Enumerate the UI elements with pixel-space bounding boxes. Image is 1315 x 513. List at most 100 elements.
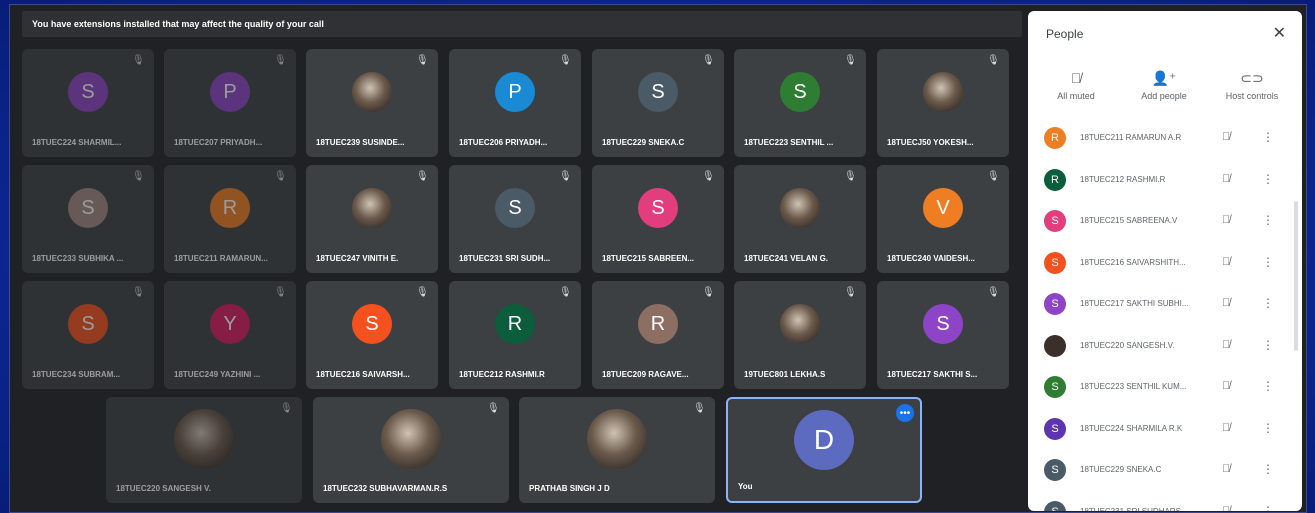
- mic-off-icon[interactable]: 🎙̸: [1222, 131, 1230, 143]
- more-options-icon[interactable]: ⋮: [1262, 296, 1274, 310]
- mic-off-icon[interactable]: 🎙̸: [1222, 256, 1230, 268]
- mic-off-icon[interactable]: 🎙̸: [1222, 297, 1230, 309]
- avatar: S: [352, 304, 392, 345]
- avatar: [352, 188, 392, 229]
- people-panel-title: People: [1046, 27, 1084, 41]
- participant-name: 18TUEC241 VELAN G.: [744, 254, 829, 263]
- avatar: [587, 409, 647, 470]
- participant-name: 18TUEC224 SHARMIL...: [32, 138, 122, 147]
- person-name: 18TUEC212 RASHMI.R: [1080, 174, 1166, 184]
- people-list-item[interactable]: S 18TUEC224 SHARMILA R.K 🎙̸ ⋮: [1028, 412, 1298, 454]
- participant-tile[interactable]: 🎙 18TUEC220 SANGESH V.: [106, 397, 302, 503]
- mic-off-icon[interactable]: 🎙̸: [1222, 463, 1230, 475]
- mic-muted-icon: 🎙: [987, 287, 1000, 298]
- mic-muted-icon: 🎙: [416, 287, 429, 298]
- mic-off-icon[interactable]: 🎙̸: [1222, 380, 1230, 392]
- toggle-icon: ⊂⊃: [1240, 70, 1264, 86]
- more-options-icon[interactable]: ⋮: [1262, 130, 1274, 144]
- meet-window: You have extensions installed that may a…: [9, 4, 1307, 513]
- participant-tile[interactable]: 🎙 P 18TUEC207 PRIYADH...: [164, 49, 296, 157]
- avatar: R: [1044, 127, 1066, 149]
- participant-tile[interactable]: 🎙 18TUECJ50 YOKESH...: [877, 49, 1009, 157]
- participant-tile[interactable]: 🎙 18TUEC247 VINITH E.: [306, 165, 438, 273]
- participant-name: 19TUEC801 LEKHA.S: [744, 370, 826, 379]
- mic-muted-icon: 🎙: [132, 171, 145, 182]
- people-list-item[interactable]: 18TUEC220 SANGESH.V. 🎙̸ ⋮: [1028, 329, 1298, 371]
- more-options-icon[interactable]: ⋮: [1262, 338, 1274, 352]
- participant-tile[interactable]: 🎙 18TUEC232 SUBHAVARMAN.R.S: [313, 397, 509, 503]
- participant-tile[interactable]: 🎙 R 18TUEC209 RAGAVE...: [592, 281, 724, 389]
- all-muted-label: All muted: [1057, 91, 1095, 101]
- participant-tile[interactable]: 🎙 S 18TUEC224 SHARMIL...: [22, 49, 154, 157]
- avatar: S: [68, 72, 108, 113]
- self-video-tile[interactable]: ••• D You: [726, 397, 922, 503]
- mic-off-icon[interactable]: 🎙̸: [1222, 214, 1230, 226]
- avatar: P: [210, 72, 250, 113]
- participant-tile[interactable]: 🎙 S 18TUEC216 SAIVARSH...: [306, 281, 438, 389]
- participant-tile[interactable]: 🎙 S 18TUEC233 SUBHIKA ...: [22, 165, 154, 273]
- more-options-icon[interactable]: ⋮: [1262, 172, 1274, 186]
- more-options-icon[interactable]: ⋮: [1262, 421, 1274, 435]
- mic-off-icon[interactable]: 🎙̸: [1222, 173, 1230, 185]
- avatar: [174, 409, 234, 470]
- host-controls-button[interactable]: ⊂⊃ Host controls: [1212, 69, 1292, 101]
- mic-off-icon[interactable]: 🎙̸: [1222, 422, 1230, 434]
- person-name: 18TUEC229 SNEKA.C: [1080, 465, 1162, 474]
- participant-name: 18TUEC207 PRIYADH...: [174, 138, 263, 147]
- all-muted-button[interactable]: 🎙̸ All muted: [1036, 69, 1116, 101]
- avatar: S: [68, 188, 108, 229]
- participant-tile[interactable]: 🎙 S 18TUEC223 SENTHIL ...: [734, 49, 866, 157]
- close-icon[interactable]: ✕: [1273, 23, 1286, 43]
- participant-tile[interactable]: 🎙 18TUEC241 VELAN G.: [734, 165, 866, 273]
- participant-tile[interactable]: 🎙 P 18TUEC206 PRIYADH...: [449, 49, 581, 157]
- people-panel: People ✕ 🎙̸ All muted 👤⁺ Add people ⊂⊃ H…: [1028, 11, 1302, 511]
- participant-tile[interactable]: 🎙 S 18TUEC229 SNEKA.C: [592, 49, 724, 157]
- avatar: P: [495, 72, 535, 113]
- participant-tile[interactable]: 🎙 S 18TUEC215 SABREEN...: [592, 165, 724, 273]
- participant-name: 18TUEC231 SRI SUDH...: [459, 254, 551, 263]
- mic-muted-icon: 🎙: [132, 287, 145, 298]
- people-list-item[interactable]: R 18TUEC212 RASHMI.R 🎙̸ ⋮: [1028, 163, 1298, 205]
- participant-tile[interactable]: 🎙 S 18TUEC217 SAKTHI S...: [877, 281, 1009, 389]
- add-people-button[interactable]: 👤⁺ Add people: [1124, 69, 1204, 101]
- people-list-scrollbar[interactable]: [1294, 201, 1298, 351]
- participant-name: 18TUEC223 SENTHIL ...: [744, 138, 834, 147]
- people-list-item[interactable]: S 18TUEC217 SAKTHI SUBHI... 🎙̸ ⋮: [1028, 287, 1298, 329]
- more-options-icon[interactable]: ⋮: [1262, 462, 1274, 476]
- participant-name: 18TUEC212 RASHMI.R: [459, 370, 545, 379]
- more-options-icon[interactable]: ⋮: [1262, 504, 1274, 512]
- people-list-item[interactable]: S 18TUEC229 SNEKA.C 🎙̸ ⋮: [1028, 453, 1298, 495]
- mic-off-icon[interactable]: 🎙̸: [1222, 339, 1230, 351]
- people-list-item[interactable]: S 18TUEC216 SAIVARSHITH... 🎙̸ ⋮: [1028, 246, 1298, 288]
- people-list-item[interactable]: S 18TUEC223 SENTHIL KUM... 🎙̸ ⋮: [1028, 370, 1298, 412]
- host-controls-label: Host controls: [1225, 91, 1279, 101]
- avatar: Y: [210, 304, 250, 345]
- avatar: S: [780, 72, 820, 113]
- mic-muted-icon: 🎙: [987, 55, 1000, 66]
- people-list-item[interactable]: S 18TUEC215 SABREENA.V 🎙̸ ⋮: [1028, 204, 1298, 246]
- mic-muted-icon: 🎙: [416, 55, 429, 66]
- mic-off-icon[interactable]: 🎙̸: [1222, 505, 1230, 512]
- participant-tile[interactable]: 🎙 PRATHAB SINGH J D: [519, 397, 715, 503]
- participant-tile[interactable]: 🎙 R 18TUEC212 RASHMI.R: [449, 281, 581, 389]
- participant-tile[interactable]: 🎙 19TUEC801 LEKHA.S: [734, 281, 866, 389]
- more-options-icon[interactable]: ⋮: [1262, 379, 1274, 393]
- mic-muted-icon: 🎙: [844, 171, 857, 182]
- participant-tile[interactable]: 🎙 S 18TUEC234 SUBRAM...: [22, 281, 154, 389]
- avatar: S: [68, 304, 108, 345]
- person-name: 18TUEC231 SRI SUDHARS...: [1080, 506, 1188, 512]
- more-options-icon[interactable]: •••: [896, 404, 914, 422]
- participant-tile[interactable]: 🎙 R 18TUEC211 RAMARUN...: [164, 165, 296, 273]
- participant-name: 18TUEC247 VINITH E.: [316, 254, 399, 263]
- avatar: [352, 72, 392, 113]
- people-list-item[interactable]: R 18TUEC211 RAMARUN A.R 🎙̸ ⋮: [1028, 121, 1298, 163]
- avatar: S: [1044, 210, 1066, 232]
- extensions-warning-banner: You have extensions installed that may a…: [22, 11, 1022, 37]
- participant-tile[interactable]: 🎙 S 18TUEC231 SRI SUDH...: [449, 165, 581, 273]
- participant-tile[interactable]: 🎙 18TUEC239 SUSINDE...: [306, 49, 438, 157]
- more-options-icon[interactable]: ⋮: [1262, 255, 1274, 269]
- participant-tile[interactable]: 🎙 V 18TUEC240 VAIDESH...: [877, 165, 1009, 273]
- participant-tile[interactable]: 🎙 Y 18TUEC249 YAZHINI ...: [164, 281, 296, 389]
- more-options-icon[interactable]: ⋮: [1262, 213, 1274, 227]
- people-list-item[interactable]: S 18TUEC231 SRI SUDHARS... 🎙̸ ⋮: [1028, 495, 1298, 512]
